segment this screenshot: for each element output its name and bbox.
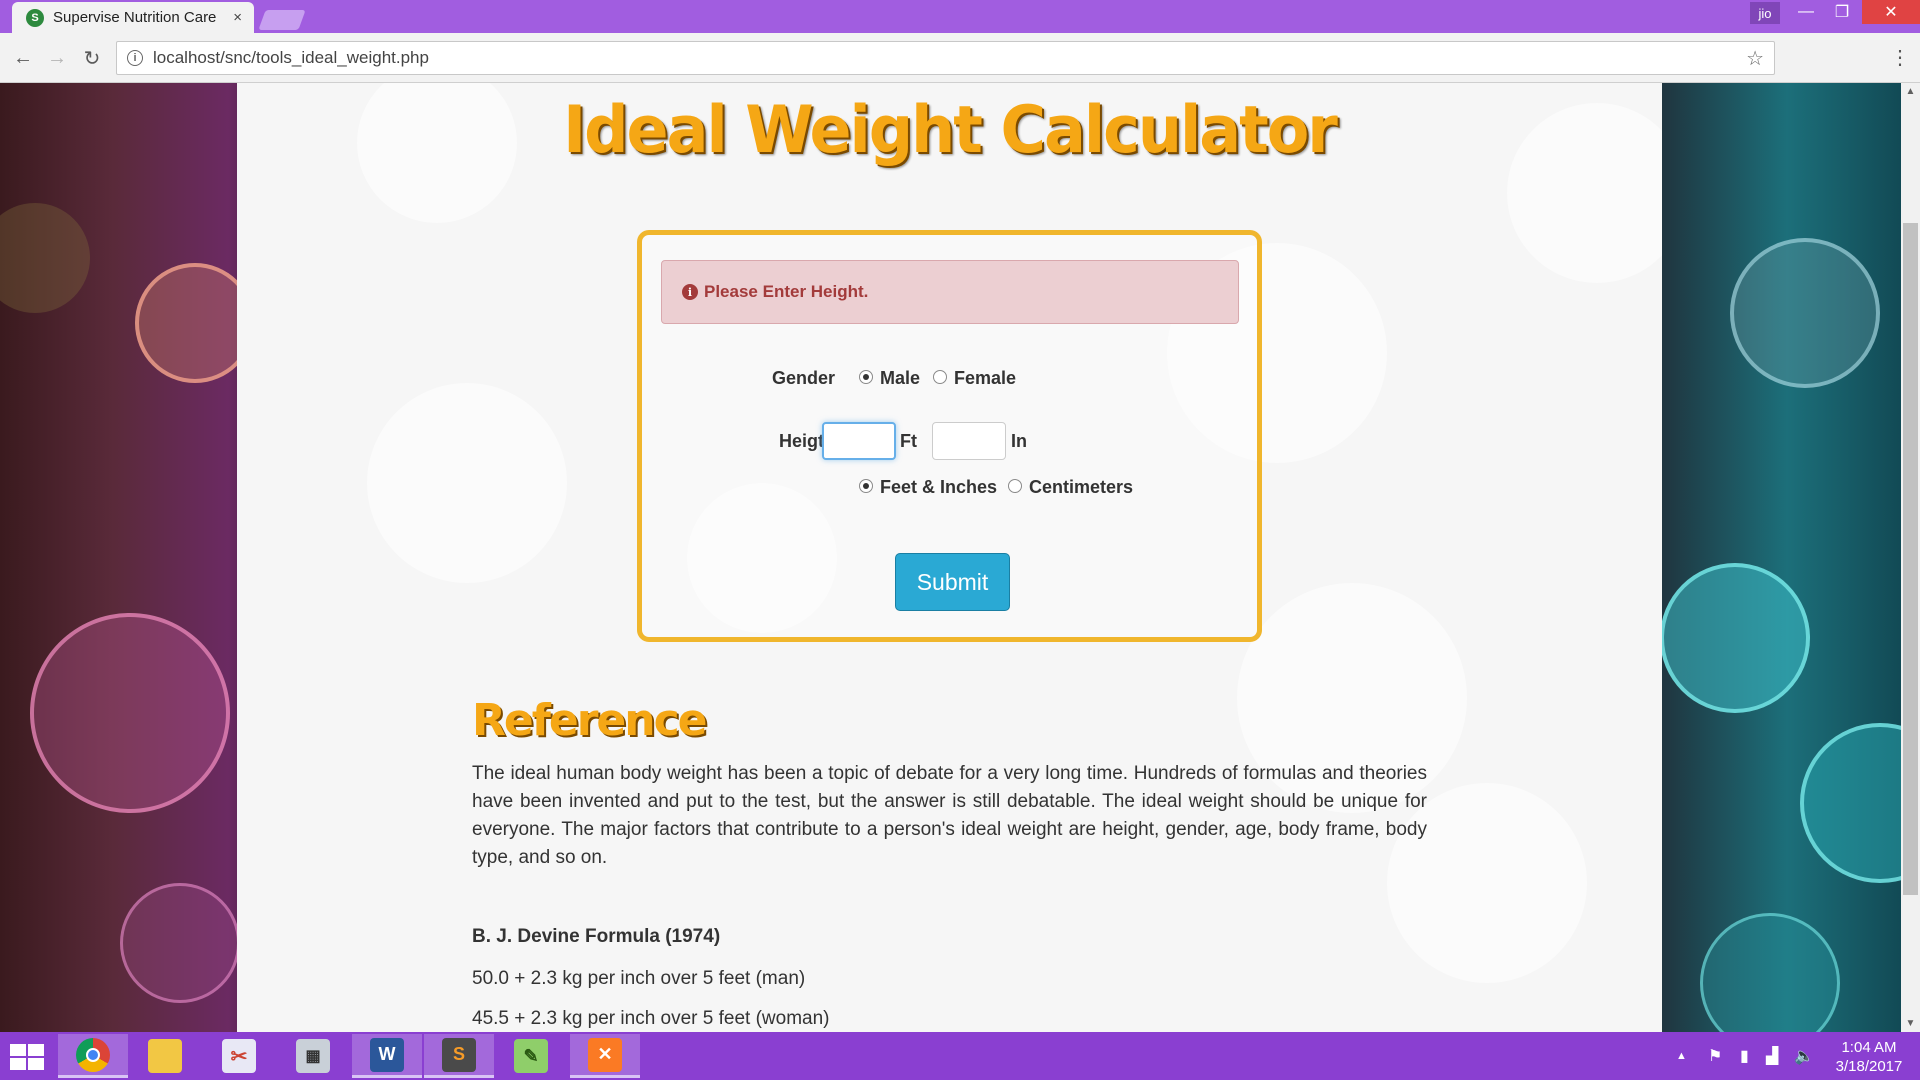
browser-menu-icon[interactable]: ⋮	[1890, 45, 1910, 70]
formula-line-woman: 45.5 + 2.3 kg per inch over 5 feet (woma…	[472, 1008, 830, 1029]
chrome-icon[interactable]	[58, 1034, 128, 1078]
sublime-logo-icon: S	[442, 1037, 476, 1072]
minimize-icon[interactable]: —	[1788, 0, 1824, 24]
calculator-glyph-icon: ▦	[296, 1039, 330, 1073]
reload-icon[interactable]: ↻	[79, 45, 105, 71]
submit-button[interactable]: Submit	[895, 553, 1010, 611]
new-tab-button[interactable]	[258, 10, 306, 30]
gender-female-radio[interactable]	[933, 370, 947, 384]
error-alert: i Please Enter Height.	[661, 260, 1239, 324]
back-icon[interactable]: ←	[10, 45, 36, 71]
main-content: Ideal Weight Calculator i Please Enter H…	[237, 83, 1662, 1032]
file-explorer-icon[interactable]	[130, 1034, 200, 1078]
tray-expand-icon[interactable]: ▲	[1676, 1050, 1687, 1062]
info-circle-icon: i	[682, 284, 698, 300]
reference-paragraph: The ideal human body weight has been a t…	[472, 763, 1427, 868]
bookmark-star-icon[interactable]: ☆	[1746, 46, 1764, 71]
bokeh-circle-decoration	[30, 613, 230, 813]
formula-heading: B. J. Devine Formula (1974)	[472, 926, 721, 947]
restore-icon[interactable]: ❐	[1824, 0, 1860, 24]
reference-heading: Reference	[472, 695, 707, 746]
network-signal-icon[interactable]: ▟	[1766, 1046, 1778, 1066]
gender-male-radio[interactable]	[859, 370, 873, 384]
site-info-icon[interactable]: i	[127, 50, 143, 66]
forward-icon[interactable]: →	[44, 45, 70, 71]
xampp-logo-icon: ✕	[588, 1037, 622, 1072]
bokeh-circle-decoration	[1660, 563, 1810, 713]
unit-centimeters-label[interactable]: Centimeters	[1029, 477, 1133, 498]
snipping-tool-icon[interactable]: ✂	[204, 1034, 274, 1078]
tab-title: Supervise Nutrition Care	[53, 9, 217, 26]
gender-male-label[interactable]: Male	[880, 368, 920, 389]
battery-icon[interactable]: ▮	[1740, 1046, 1749, 1066]
word-icon[interactable]: W	[352, 1034, 422, 1078]
address-bar[interactable]: i localhost/snc/tools_ideal_weight.php ☆	[116, 41, 1775, 75]
gender-label: Gender	[772, 368, 836, 388]
clock-date: 3/18/2017	[1835, 1058, 1903, 1075]
notepad-plus-icon[interactable]: ✎	[496, 1034, 566, 1078]
alert-message: Please Enter Height.	[704, 282, 869, 301]
bokeh-circle-decoration	[1730, 238, 1880, 388]
clock-time: 1:04 AM	[1841, 1039, 1897, 1056]
gender-female-label[interactable]: Female	[954, 368, 1016, 389]
notepad-logo-icon: ✎	[514, 1039, 548, 1073]
page-scrollbar[interactable]: ▲ ▼	[1901, 83, 1920, 1032]
chrome-logo-icon	[76, 1037, 110, 1072]
tab-close-icon[interactable]: ×	[233, 9, 242, 26]
feet-unit-label: Ft	[900, 431, 917, 451]
unit-feet-inches-radio[interactable]	[859, 479, 873, 493]
sublime-text-icon[interactable]: S	[424, 1034, 494, 1078]
taskbar-clock[interactable]: 1:04 AM 3/18/2017	[1822, 1038, 1916, 1076]
action-center-flag-icon[interactable]: ⚑	[1708, 1046, 1722, 1066]
bokeh-circle-decoration	[0, 203, 90, 313]
unit-feet-inches-label[interactable]: Feet & Inches	[880, 477, 997, 498]
word-logo-icon: W	[370, 1037, 404, 1072]
bokeh-circle-decoration	[367, 383, 567, 583]
volume-icon[interactable]: 🔈	[1794, 1046, 1814, 1066]
browser-toolbar: ← → ↻ i localhost/snc/tools_ideal_weight…	[0, 33, 1920, 83]
close-window-icon[interactable]: ✕	[1862, 0, 1920, 24]
bokeh-circle-decoration	[1700, 913, 1840, 1032]
scissors-icon: ✂	[222, 1039, 256, 1073]
formula-line-man: 50.0 + 2.3 kg per inch over 5 feet (man)	[472, 968, 806, 989]
windows-start-icon[interactable]	[10, 1044, 46, 1072]
taskbar: ✂ ▦ W S ✎ ✕ ▲ ⚑ ▮ ▟ 🔈 1:04 AM 3/18/2017	[0, 1032, 1920, 1080]
scroll-thumb[interactable]	[1903, 223, 1918, 895]
height-feet-input[interactable]	[822, 422, 896, 460]
height-inch-input[interactable]	[932, 422, 1006, 460]
bokeh-circle-decoration	[1800, 723, 1901, 883]
xampp-icon[interactable]: ✕	[570, 1034, 640, 1078]
unit-centimeters-radio[interactable]	[1008, 479, 1022, 493]
calculator-icon[interactable]: ▦	[278, 1034, 348, 1078]
bokeh-circle-decoration	[120, 883, 240, 1003]
url-text[interactable]: localhost/snc/tools_ideal_weight.php	[153, 48, 1746, 68]
browser-titlebar: S Supervise Nutrition Care × jio — ❐ ✕	[0, 0, 1920, 33]
folder-icon	[148, 1039, 182, 1073]
page-title: Ideal Weight Calculator	[563, 91, 1338, 168]
site-favicon-icon: S	[26, 8, 44, 27]
profile-button[interactable]: jio	[1750, 2, 1780, 24]
scroll-down-icon[interactable]: ▼	[1901, 1015, 1920, 1032]
page-viewport: Ideal Weight Calculator i Please Enter H…	[0, 83, 1901, 1032]
inch-unit-label: In	[1011, 431, 1027, 451]
calculator-form: i Please Enter Height. Gender Male Femal…	[637, 230, 1262, 642]
browser-tab[interactable]: S Supervise Nutrition Care ×	[12, 2, 254, 33]
scroll-up-icon[interactable]: ▲	[1901, 83, 1920, 100]
